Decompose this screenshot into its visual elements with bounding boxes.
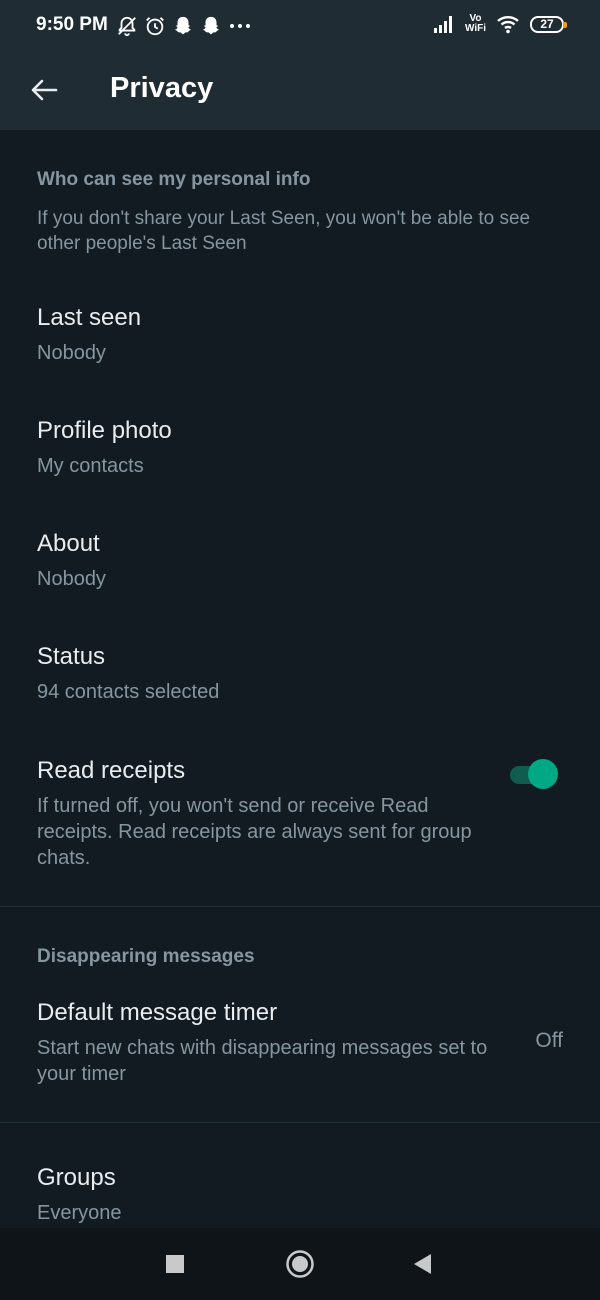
recents-square-icon: [166, 1255, 184, 1273]
setting-description: Start new chats with disappearing messag…: [37, 1037, 488, 1085]
status-setting[interactable]: Status 94 contacts selected: [0, 643, 600, 715]
setting-value: Everyone: [37, 1202, 122, 1224]
disappearing-messages-header: Disappearing messages: [37, 946, 255, 967]
personal-info-description: If you don't share your Last Seen, you w…: [37, 208, 531, 254]
toggle-thumb: [528, 759, 558, 789]
back-button[interactable]: [22, 68, 66, 112]
last-seen-setting[interactable]: Last seen Nobody: [0, 304, 600, 376]
arrow-left-icon: [31, 79, 58, 101]
privacy-screen: 9:50 PM Vo WiFi 27 Privacy Who can see m…: [0, 0, 600, 1300]
bell-off-icon: [118, 16, 136, 37]
app-bar: Privacy: [0, 56, 600, 130]
home-button[interactable]: [280, 1246, 320, 1282]
setting-value: Nobody: [37, 342, 106, 364]
back-triangle-icon: [414, 1254, 431, 1274]
read-receipts-setting[interactable]: Read receipts If turned off, you won't s…: [0, 757, 600, 877]
setting-title: Groups: [37, 1164, 116, 1191]
setting-title: Read receipts: [37, 757, 186, 784]
setting-title: About: [37, 530, 100, 557]
status-notification-icons: [116, 15, 252, 37]
profile-photo-setting[interactable]: Profile photo My contacts: [0, 417, 600, 489]
setting-description: If turned off, you won't send or receive…: [37, 795, 472, 869]
read-receipts-toggle[interactable]: [510, 759, 558, 789]
snapchat-icon: [174, 16, 192, 35]
system-navigation-bar: [0, 1228, 600, 1300]
vowifi-bottom-label: WiFi: [464, 23, 486, 34]
alarm-icon: [146, 17, 164, 36]
home-circle-icon: [286, 1250, 314, 1278]
more-dots-icon: [230, 24, 250, 28]
timer-value: Off: [535, 1029, 563, 1052]
battery-indicator: 27: [530, 15, 567, 33]
about-setting[interactable]: About Nobody: [0, 530, 600, 602]
setting-value: Nobody: [37, 568, 106, 590]
setting-title: Default message timer: [37, 999, 278, 1026]
wifi-icon: [497, 16, 519, 34]
section-divider: [0, 906, 600, 907]
default-message-timer-setting[interactable]: Default message timer Start new chats wi…: [0, 999, 600, 1089]
status-time: 9:50 PM: [36, 14, 108, 35]
personal-info-header: Who can see my personal info: [37, 169, 311, 190]
setting-value: 94 contacts selected: [37, 681, 220, 703]
page-title: Privacy: [110, 72, 214, 104]
vowifi-indicator: Vo WiFi: [465, 14, 486, 34]
setting-value: My contacts: [37, 455, 144, 477]
signal-icon: [433, 16, 452, 33]
recents-button[interactable]: [155, 1246, 195, 1282]
status-bar: 9:50 PM Vo WiFi 27: [0, 0, 600, 56]
back-nav-button[interactable]: [402, 1246, 442, 1282]
status-system-icons: Vo WiFi 27: [433, 14, 567, 34]
setting-title: Last seen: [37, 304, 142, 331]
top-bar: 9:50 PM Vo WiFi 27 Privacy: [0, 0, 600, 130]
setting-title: Profile photo: [37, 417, 172, 444]
snapchat-icon: [202, 16, 220, 35]
setting-title: Status: [37, 643, 106, 670]
section-divider: [0, 1122, 600, 1123]
groups-setting[interactable]: Groups Everyone: [0, 1164, 600, 1228]
